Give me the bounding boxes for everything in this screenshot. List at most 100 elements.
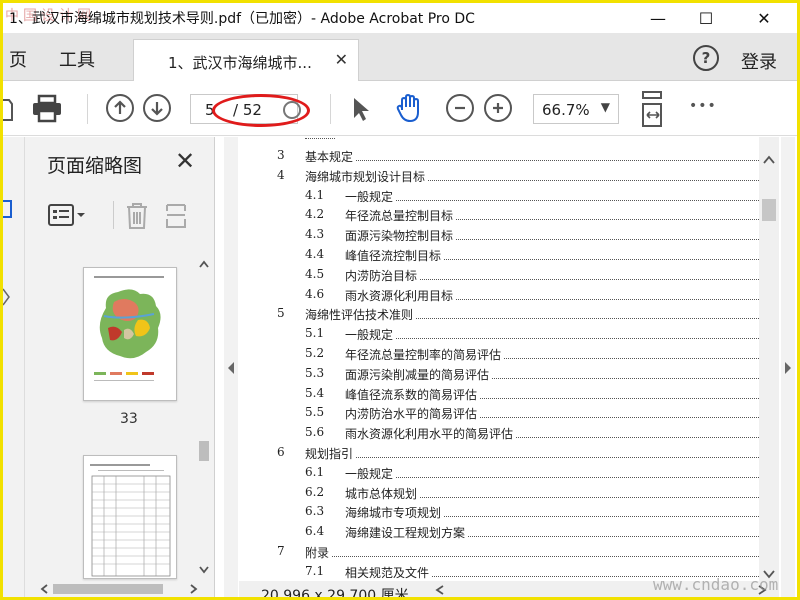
previous-page-icon[interactable] [106, 94, 134, 122]
toc-row[interactable]: 5 海绵性评估技术准则 [239, 303, 759, 324]
toc-title: 雨水资源化利用目标 [345, 286, 456, 304]
toolbar-separator [330, 94, 331, 124]
toc-title: 内涝防治水平的简易评估 [345, 405, 480, 423]
toc-leader-dots [305, 160, 759, 161]
fit-page-icon[interactable] [640, 90, 666, 128]
toc-row[interactable]: 4.2 年径流总量控制目标 [239, 204, 759, 225]
map-thumbnail-image [94, 276, 164, 381]
panel-close-icon[interactable]: ✕ [175, 147, 195, 175]
watermark-bottom: www.cndao.com [653, 575, 779, 594]
panel-title: 页面缩略图 [47, 155, 143, 177]
toc-row[interactable]: 3 基本规定 [239, 145, 759, 165]
zoom-dropdown[interactable]: 66.7% ▼ [533, 94, 619, 124]
toc-number: 6.2 [305, 484, 325, 499]
toc-row-cutoff [305, 137, 335, 139]
select-cursor-icon[interactable] [351, 96, 371, 122]
toc-title: 年径流总量控制率的简易评估 [345, 346, 504, 363]
toc-row[interactable]: 4.4 峰值径流控制目标 [239, 244, 759, 264]
close-window-button[interactable]: ✕ [741, 3, 787, 33]
toc-row[interactable]: 5.2 年径流总量控制率的简易评估 [239, 343, 759, 363]
home-tab[interactable]: 页 [9, 46, 27, 72]
zoom-in-icon[interactable] [484, 94, 512, 122]
document-vertical-scrollbar[interactable] [759, 137, 779, 581]
toc-leader-dots [305, 556, 759, 557]
zoom-out-icon[interactable] [446, 94, 474, 122]
toc-row[interactable]: 4.1 一般规定 [239, 185, 759, 205]
thumbnail-page-label: 33 [120, 411, 138, 427]
next-page-icon[interactable] [143, 94, 171, 122]
document-tab[interactable]: 1、武汉市海绵城市... ✕ [133, 39, 359, 81]
thumbnail-page-34[interactable] [83, 455, 177, 579]
toc-row[interactable]: 6.1 一般规定 [239, 462, 759, 482]
window-title: 1、武汉市海绵城市规划技术导则.pdf（已加密）- Adobe Acrobat … [9, 11, 475, 27]
thumbnail-page-33[interactable] [83, 267, 177, 401]
toc-row[interactable]: 4.5 内涝防治目标 [239, 264, 759, 284]
panel-separator [113, 201, 114, 229]
toc-row[interactable]: 4.6 雨水资源化利用目标 [239, 284, 759, 304]
toc-title: 附录 [305, 544, 332, 561]
toc-leader-dots [345, 199, 759, 201]
bookmark-icon[interactable] [3, 197, 13, 221]
toc-title: 峰值径流控制目标 [345, 247, 444, 264]
more-tools-icon[interactable]: ••• [689, 98, 717, 114]
zoom-value: 66.7% [542, 101, 590, 119]
thumbnail-vertical-scrollbar[interactable] [197, 257, 211, 577]
toc-number: 6.3 [305, 504, 325, 519]
toc-number: 7 [277, 544, 285, 558]
collapse-left-panel-button[interactable] [224, 137, 238, 597]
toc-number: 4.6 [305, 286, 325, 301]
page-thumbnails-panel: 页面缩略图 ✕ 33 [25, 137, 215, 597]
minimize-button[interactable]: — [635, 3, 681, 33]
toc-leader-dots [345, 476, 759, 478]
toc-title: 面源污染削减量的简易评估 [345, 365, 492, 383]
hand-tool-icon[interactable] [394, 92, 426, 124]
toc-row[interactable]: 5.6 雨水资源化利用水平的简易评估 [239, 422, 759, 443]
toc-row[interactable]: 7 附录 [239, 541, 759, 561]
toc-row[interactable]: 6.3 海绵城市专项规划 [239, 501, 759, 522]
extract-page-icon[interactable] [163, 201, 191, 231]
maximize-button[interactable]: ☐ [683, 3, 729, 33]
save-icon[interactable] [3, 96, 13, 122]
toc-number: 5.1 [305, 326, 325, 341]
toc-number: 3 [277, 148, 285, 162]
toc-row[interactable]: 6 规划指引 [239, 442, 759, 462]
delete-page-icon[interactable] [123, 201, 151, 231]
toc-number: 4.4 [305, 247, 325, 261]
help-button[interactable]: ? [693, 45, 719, 71]
toc-row[interactable]: 5.1 一般规定 [239, 323, 759, 344]
document-view[interactable]: 3 基本规定 4 海绵城市规划设计目标 4.1 一般规定 4.2 年径流总量控制目标 4.3 面源… [239, 137, 759, 581]
tools-tab[interactable]: 工具 [59, 46, 95, 72]
toc-number: 5 [277, 306, 285, 321]
thumbnail-options-icon[interactable] [47, 201, 89, 229]
toc-row[interactable]: 5.5 内涝防治水平的简易评估 [239, 402, 759, 423]
toc-title: 面源污染物控制目标 [345, 227, 456, 245]
attachment-icon[interactable] [3, 287, 13, 307]
toc-row[interactable]: 5.4 峰值径流系数的简易评估 [239, 383, 759, 403]
toc-row[interactable]: 6.4 海绵建设工程规划方案 [239, 521, 759, 542]
toc-row[interactable]: 6.2 城市总体规划 [239, 482, 759, 502]
toc-row[interactable]: 4.3 面源污染物控制目标 [239, 224, 759, 245]
tab-bar: 页 工具 1、武汉市海绵城市... ✕ ? 登录 [3, 33, 797, 81]
toc-number: 4 [277, 167, 285, 182]
print-icon[interactable] [31, 94, 63, 124]
toolbar: 5 / 52 66.7% ▼ ••• [3, 82, 797, 136]
app-window: 中国设计网 1、武汉市海绵城市规划技术导则.pdf（已加密）- Adobe Ac… [0, 0, 800, 600]
toc-number: 4.2 [305, 207, 325, 222]
login-button[interactable]: 登录 [741, 48, 777, 74]
toc-number: 5.2 [305, 346, 325, 360]
toc-number: 6.4 [305, 524, 325, 539]
toc-title: 基本规定 [305, 148, 356, 165]
toc-row[interactable]: 4 海绵城市规划设计目标 [239, 165, 759, 185]
toc-title: 相关规范及文件 [345, 563, 432, 581]
expand-right-panel-button[interactable] [781, 137, 795, 597]
toc-title: 海绵城市规划设计目标 [305, 167, 428, 185]
toc-row[interactable]: 5.3 面源污染削减量的简易评估 [239, 363, 759, 383]
toc-number: 4.1 [305, 187, 325, 202]
thumbnail-horizontal-scrollbar[interactable] [39, 581, 207, 597]
toc-title: 城市总体规划 [345, 484, 420, 502]
toc-title: 峰值径流系数的简易评估 [345, 385, 480, 403]
toc-title: 年径流总量控制目标 [345, 207, 456, 225]
toc-number: 5.6 [305, 425, 325, 440]
tab-close-icon[interactable]: ✕ [335, 50, 348, 69]
toc-number: 7.1 [305, 563, 325, 578]
